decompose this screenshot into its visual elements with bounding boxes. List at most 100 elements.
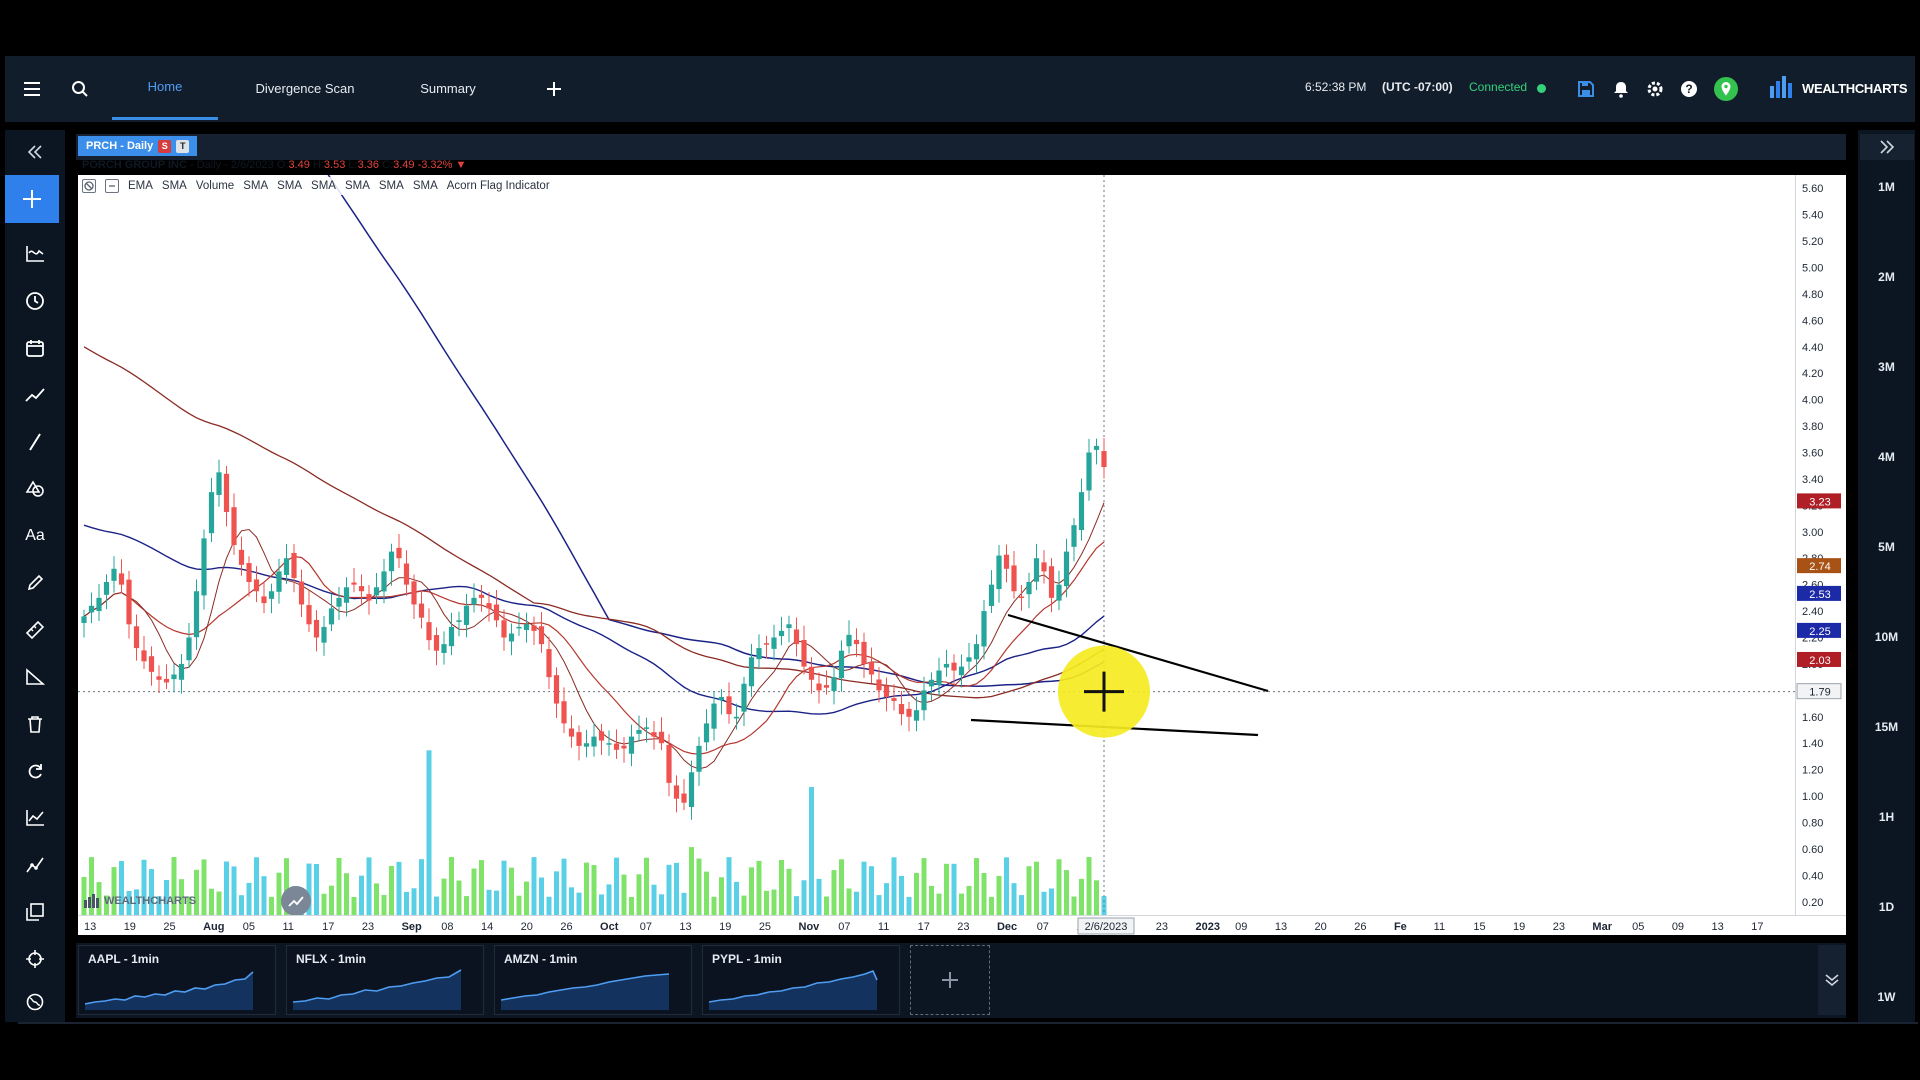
app-window: Home Divergence Scan Summary 6:52:38 PM … (0, 0, 1920, 1080)
timeframe-1h[interactable]: 1H (1858, 810, 1915, 824)
timeframe-4m[interactable]: 4M (1858, 450, 1915, 464)
volume-bar (591, 865, 597, 915)
timeframe-5m[interactable]: 5M (1858, 540, 1915, 554)
tab-summary[interactable]: Summary (403, 56, 493, 120)
candle-body (913, 710, 920, 721)
text-tool-icon[interactable]: Aa (21, 522, 49, 550)
globe-icon[interactable] (21, 988, 49, 1016)
tab-divergence-scan[interactable]: Divergence Scan (243, 56, 367, 120)
pencil-icon[interactable] (21, 569, 49, 597)
indicator-sma-3[interactable]: SMA (277, 180, 302, 192)
volume-bar (194, 869, 199, 915)
candle-body (951, 662, 957, 671)
candle-body (216, 472, 222, 495)
calendar-icon[interactable] (21, 334, 49, 362)
add-watchlist-button[interactable] (910, 945, 990, 1015)
indicator-sma-7[interactable]: SMA (413, 180, 438, 192)
collapse-left-button[interactable] (21, 138, 49, 166)
indicator-ema[interactable]: EMA (128, 180, 153, 192)
indicator-sma-2[interactable]: SMA (243, 180, 268, 192)
save-icon[interactable] (1573, 76, 1599, 102)
tab-home[interactable]: Home (112, 56, 218, 120)
timeframe-2m[interactable]: 2M (1858, 270, 1915, 284)
candle-body (568, 728, 575, 737)
candle-body (456, 620, 462, 622)
candle-body (418, 603, 425, 618)
plus-icon (23, 190, 41, 208)
volume-bar (839, 859, 844, 915)
indicator-volume[interactable]: Volume (196, 180, 234, 192)
volume-bar (216, 891, 222, 915)
timeframe-10m[interactable]: 10M (1858, 630, 1915, 644)
indicator-sma-4[interactable]: SMA (311, 180, 336, 192)
layers-icon[interactable] (21, 898, 49, 926)
collapse-watchlist-button[interactable] (1818, 945, 1846, 1015)
volume-bar (524, 881, 529, 915)
time-tick: 26 (1354, 921, 1366, 933)
gear-icon[interactable] (1642, 76, 1668, 102)
help-icon[interactable]: ? (1676, 76, 1702, 102)
candle-body (1071, 525, 1077, 547)
ruler-icon[interactable] (21, 616, 49, 644)
s-badge[interactable]: S (158, 139, 172, 153)
volume-bar (1064, 870, 1069, 915)
volume-bar (209, 888, 214, 915)
crosshair-icon[interactable] (21, 945, 49, 973)
watchlist-card-pypl[interactable]: PYPL - 1min (702, 945, 900, 1015)
indicator-sma-5[interactable]: SMA (345, 180, 370, 192)
location-icon[interactable] (1711, 74, 1741, 104)
price-chart[interactable] (78, 0, 1795, 915)
time-axis[interactable]: 13 19 25 Aug 05 11 17 23 Sep 08 14 20 26 Oct 07 13 19 25 N… (78, 915, 1846, 935)
indicator-sma-6[interactable]: SMA (379, 180, 404, 192)
time-tick: Nov (799, 921, 821, 933)
timeframe-1w[interactable]: 1W (1858, 990, 1915, 1004)
chart-canvas[interactable] (78, 0, 1795, 915)
hide-indicators-icon[interactable] (82, 179, 96, 193)
collapse-indicators-icon[interactable] (105, 179, 119, 193)
candle-body (321, 626, 327, 643)
menu-icon[interactable] (20, 76, 46, 102)
collapse-right-button[interactable] (1860, 134, 1914, 160)
indicator-acorn-flag[interactable]: Acorn Flag Indicator (447, 180, 550, 192)
watchlist-card-nflx[interactable]: NFLX - 1min (286, 945, 484, 1015)
time-tick: Mar (1592, 921, 1612, 933)
time-tick: Aug (203, 921, 224, 933)
pattern-icon[interactable] (21, 851, 49, 879)
watchlist-card-aapl[interactable]: AAPL - 1min (78, 945, 276, 1015)
t-badge[interactable]: T (176, 139, 190, 153)
interval-date: - Daily - 2/6/2023 (189, 159, 274, 171)
ohlc-info: PORCH GROUP INC - Daily - 2/6/2023 O:3.4… (82, 159, 467, 171)
watchlist-card-amzn[interactable]: AMZN - 1min (494, 945, 692, 1015)
price-axis[interactable]: 5.60 5.40 5.20 5.00 4.80 4.60 4.40 4.20 4.00 3.80… (1795, 175, 1846, 915)
add-drawing-button[interactable] (5, 175, 59, 223)
volume-bar (501, 860, 507, 915)
symbol-tab[interactable]: PRCH - Daily S T (78, 136, 198, 156)
trend-icon[interactable] (21, 381, 49, 409)
timeframe-15m[interactable]: 15M (1858, 720, 1915, 734)
price-tick: 0.80 (1802, 818, 1823, 830)
replay-button[interactable] (281, 886, 311, 916)
clock-icon[interactable] (21, 287, 49, 315)
trash-icon[interactable] (21, 710, 49, 738)
indicator-sma-1[interactable]: SMA (162, 180, 187, 192)
candle-body (343, 587, 350, 603)
line-tool-icon[interactable] (21, 428, 49, 456)
shapes-icon[interactable] (21, 475, 49, 503)
timeframe-1d[interactable]: 1D (1858, 900, 1915, 914)
line-chart-icon[interactable] (21, 804, 49, 832)
timeframe-1m[interactable]: 1M (1858, 180, 1915, 194)
measure-icon[interactable] (21, 663, 49, 691)
candle-body (546, 649, 552, 678)
volume-bar (561, 858, 567, 915)
add-tab-button[interactable] (541, 76, 567, 102)
volume-bar (651, 884, 657, 915)
time-tick: 23 (1553, 921, 1565, 933)
bell-icon[interactable] (1608, 76, 1634, 102)
sparkline (85, 971, 254, 1010)
timeframe-3m[interactable]: 3M (1858, 360, 1915, 374)
candle-body (298, 581, 305, 605)
candle-body (576, 732, 582, 746)
indicators-icon[interactable] (21, 240, 49, 268)
refresh-icon[interactable] (21, 757, 49, 785)
search-icon[interactable] (67, 76, 93, 102)
